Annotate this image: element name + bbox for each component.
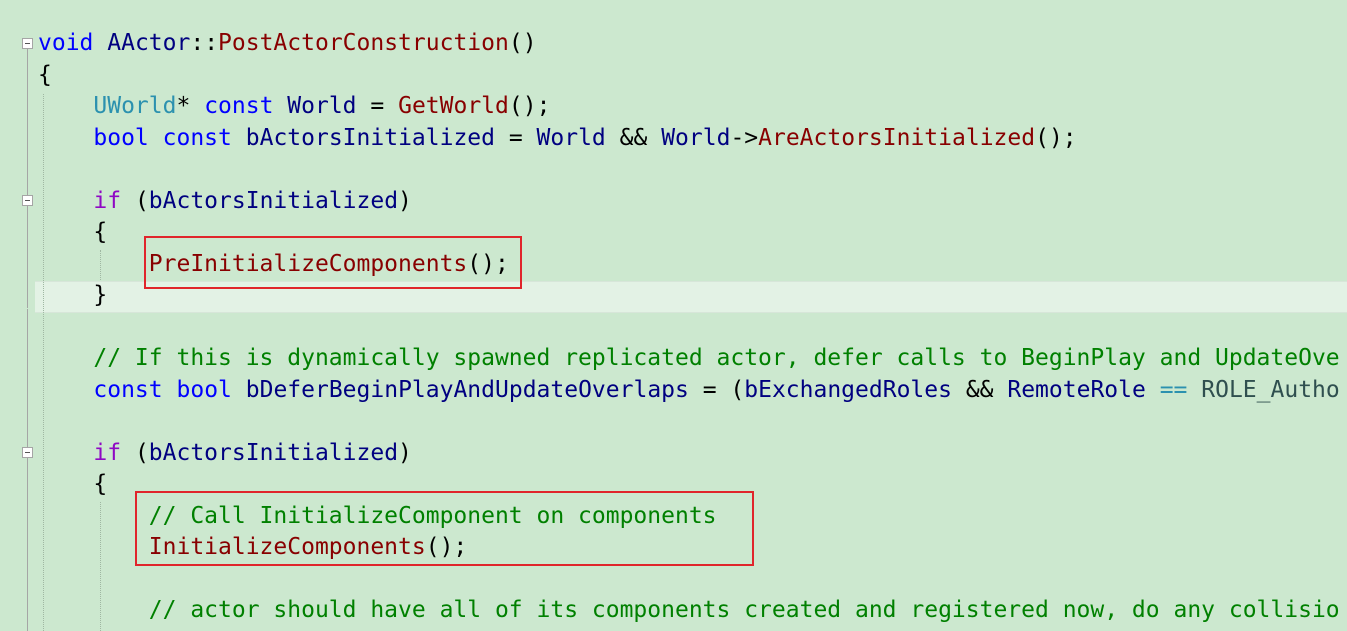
code-token: bExchangedRoles: [744, 376, 952, 403]
code-token: PostActorConstruction: [218, 30, 509, 56]
code-line[interactable]: {: [38, 469, 107, 500]
code-token: ): [398, 187, 412, 214]
code-token: bActorsInitialized: [148, 187, 399, 214]
code-token: const: [162, 124, 232, 151]
code-line[interactable]: if (bActorsInitialized): [38, 186, 412, 217]
code-line[interactable]: // actor should have all of its componen…: [38, 595, 1340, 626]
code-line[interactable]: UWorld* const World = GetWorld();: [38, 91, 550, 122]
collapse-if-block-icon[interactable]: [22, 195, 33, 206]
code-token: World: [287, 93, 357, 119]
outline-line: [27, 458, 28, 631]
highlight-box-initialize-components: [135, 491, 754, 566]
code-token: UWorld: [93, 93, 177, 119]
code-token: &&: [951, 376, 1008, 403]
code-token: const: [204, 93, 274, 119]
collapse-function-icon[interactable]: [22, 38, 33, 49]
code-token: bDeferBeginPlayAndUpdateOverlaps: [245, 376, 689, 403]
code-token: *: [176, 93, 205, 119]
code-token: (): [508, 30, 537, 56]
outline-line: [27, 309, 28, 447]
code-line[interactable]: const bool bDeferBeginPlayAndUpdateOverl…: [38, 375, 1340, 406]
code-line[interactable]: bool const bActorsInitialized = World &&…: [38, 123, 1077, 154]
code-token: GetWorld: [398, 93, 509, 119]
code-token: ->: [730, 124, 759, 151]
code-token: {: [38, 219, 108, 245]
code-token: }: [38, 282, 108, 308]
code-token: AreActorsInitialized: [758, 124, 1036, 151]
code-token: ::: [190, 30, 219, 56]
outline-line: [27, 206, 28, 308]
code-token: if: [93, 187, 122, 214]
code-token: (: [121, 439, 149, 466]
code-token: // If this is dynamically spawned replic…: [93, 345, 1340, 371]
code-token: bActorsInitialized: [148, 439, 399, 466]
code-token: bool: [93, 124, 149, 151]
code-token: RemoteRole: [1007, 376, 1146, 403]
code-line[interactable]: {: [38, 60, 52, 91]
outline-line: [27, 49, 28, 196]
code-token: (: [121, 187, 149, 214]
code-token: AActor: [107, 30, 191, 56]
highlight-box-preinitialize: [144, 236, 522, 289]
code-token: void: [38, 30, 94, 56]
code-token: = (: [688, 376, 745, 403]
code-token: {: [38, 61, 52, 88]
code-token: {: [38, 471, 108, 497]
code-token: ();: [508, 93, 551, 119]
code-editor[interactable]: void AActor::PostActorConstruction(){ UW…: [0, 0, 1347, 631]
collapse-if-block-icon[interactable]: [22, 447, 33, 458]
code-line[interactable]: // If this is dynamically spawned replic…: [38, 343, 1340, 374]
code-token: ==: [1159, 376, 1188, 403]
code-line[interactable]: void AActor::PostActorConstruction(): [38, 28, 537, 59]
code-token: ROLE_Autho: [1201, 376, 1340, 403]
code-token: World: [661, 124, 731, 151]
code-line[interactable]: {: [38, 217, 107, 248]
code-token: =: [356, 93, 399, 119]
code-token: if: [93, 439, 122, 466]
code-token: // actor should have all of its componen…: [148, 597, 1340, 623]
code-token: const: [93, 376, 163, 403]
code-token: &&: [605, 124, 662, 151]
code-token: ();: [1035, 124, 1077, 151]
code-token: bActorsInitialized: [245, 124, 495, 151]
code-token: bool: [176, 376, 232, 403]
code-line[interactable]: if (bActorsInitialized): [38, 438, 412, 469]
code-token: =: [495, 124, 537, 151]
code-line[interactable]: }: [38, 280, 107, 311]
code-token: ): [398, 439, 412, 466]
code-token: World: [536, 124, 606, 151]
